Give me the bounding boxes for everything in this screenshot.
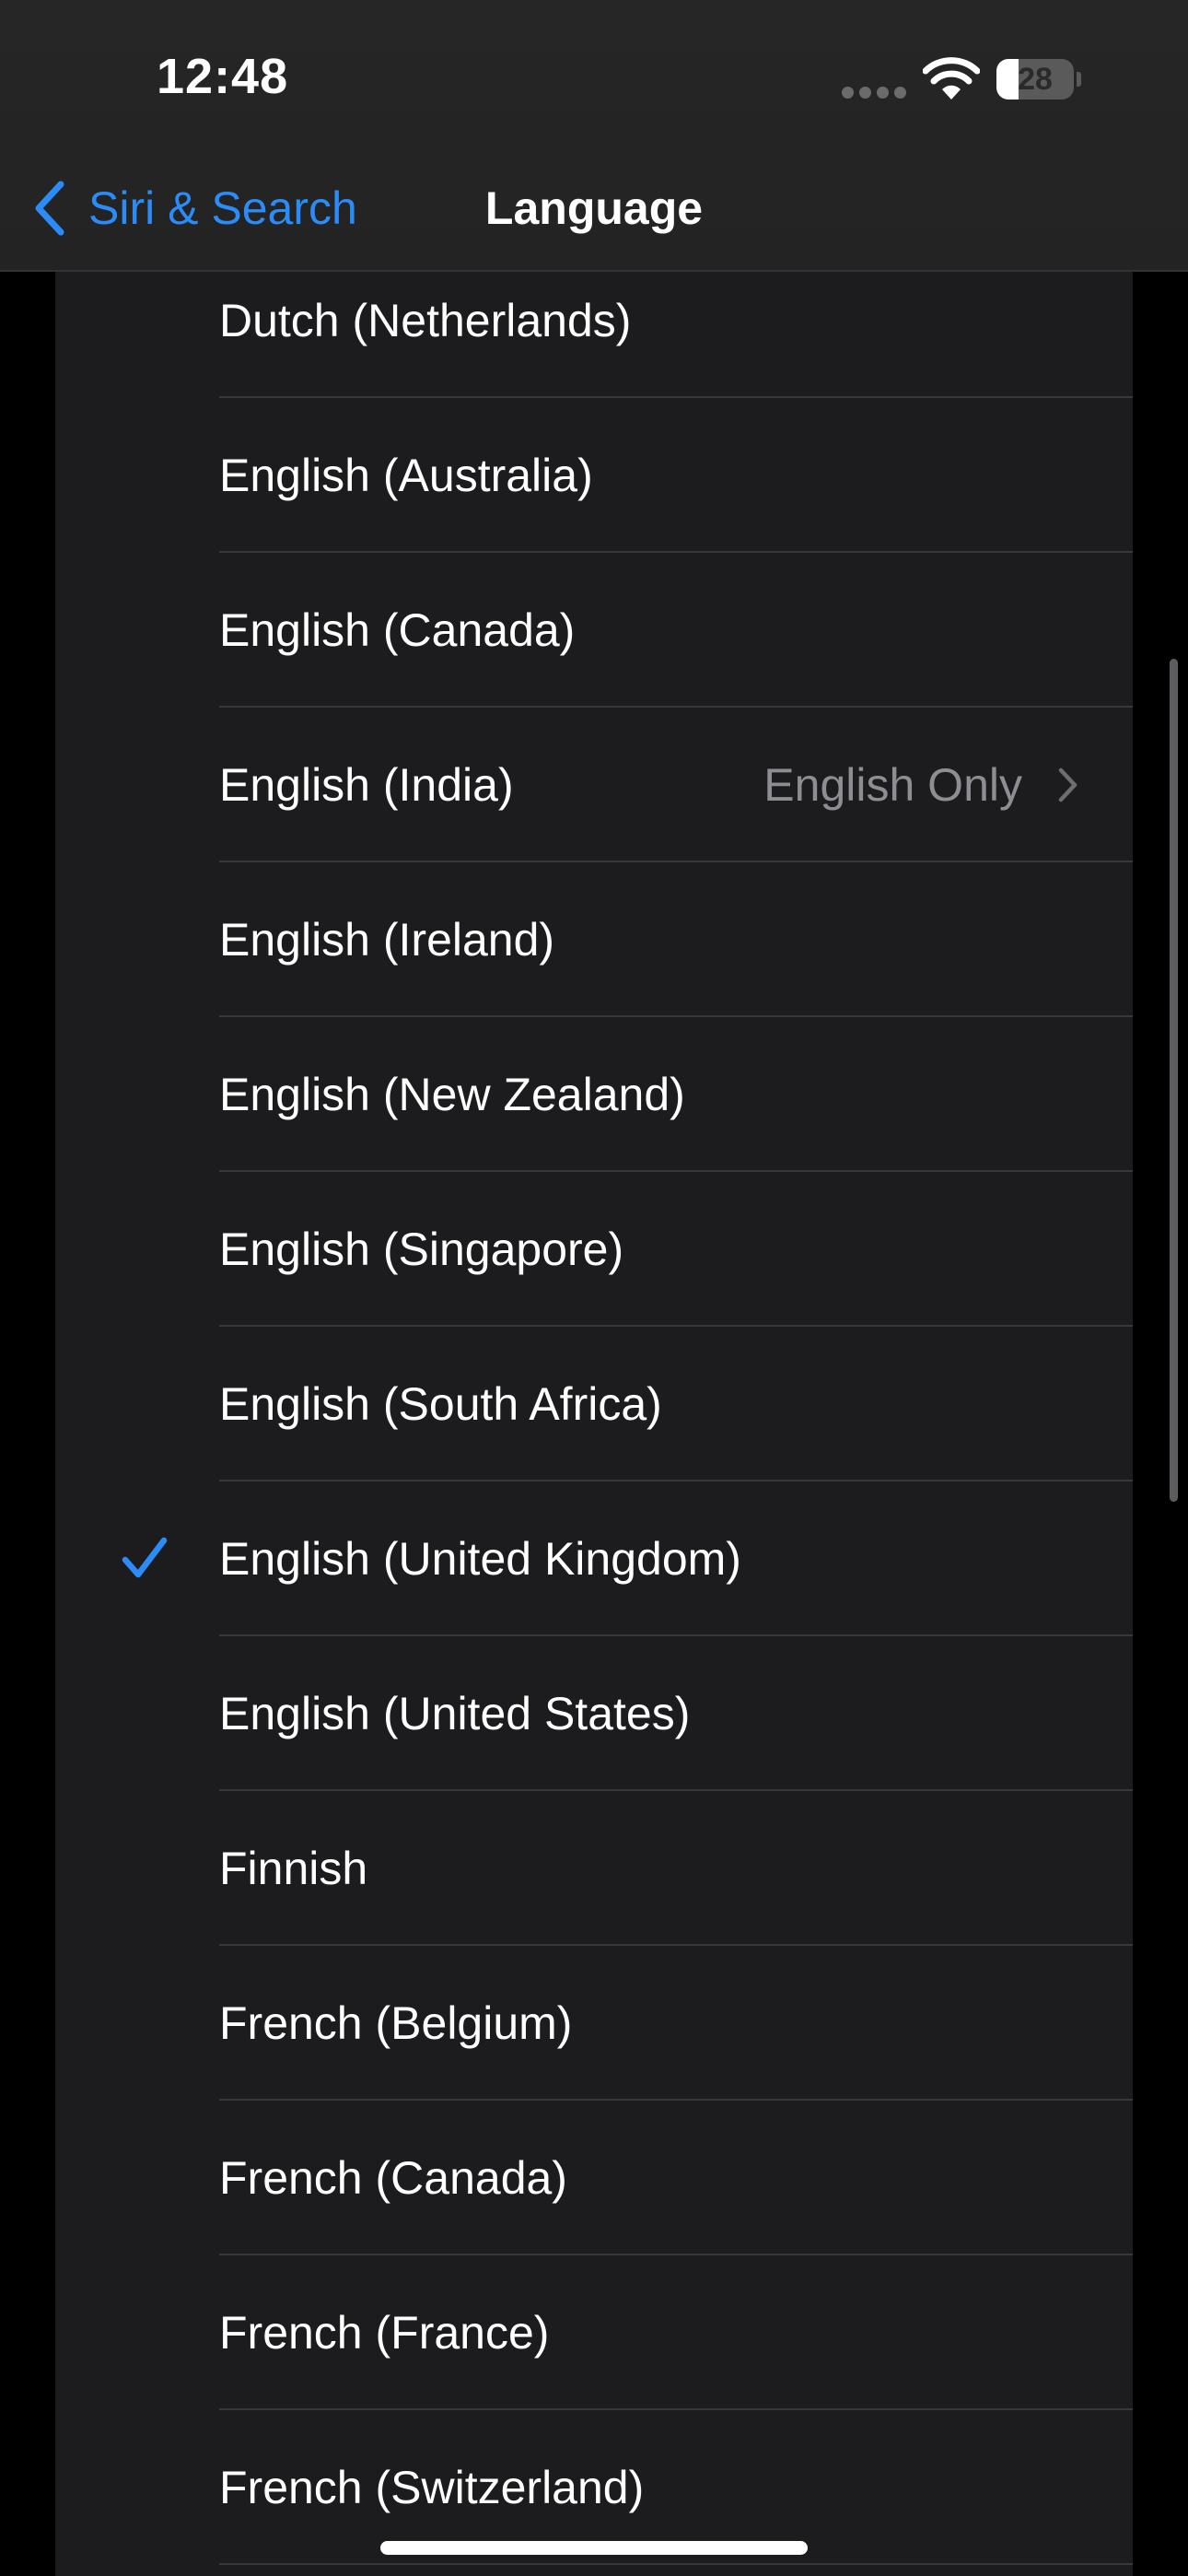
language-row-english-india[interactable]: English (India) English Only — [55, 708, 1133, 862]
language-label: English (Canada) — [219, 604, 576, 656]
language-label: English (South Africa) — [219, 1378, 662, 1430]
language-row-english-canada[interactable]: English (Canada) — [55, 553, 1133, 708]
language-row-english-ireland[interactable]: English (Ireland) — [55, 862, 1133, 1017]
battery-tip — [1077, 72, 1081, 87]
language-label: French (France) — [219, 2307, 550, 2359]
language-detail-value: English Only — [763, 759, 1022, 811]
language-label: English (Ireland) — [219, 914, 555, 966]
language-row-french-belgium[interactable]: French (Belgium) — [55, 1946, 1133, 2101]
language-row-english-new-zealand[interactable]: English (New Zealand) — [55, 1017, 1133, 1172]
battery-icon: 28 — [996, 59, 1081, 100]
chevron-right-icon — [1058, 767, 1077, 802]
language-row-english-united-kingdom[interactable]: English (United Kingdom) — [55, 1481, 1133, 1636]
battery-body: 28 — [996, 59, 1074, 100]
language-label: English (Singapore) — [219, 1224, 624, 1275]
language-row-english-australia[interactable]: English (Australia) — [55, 398, 1133, 553]
checkmark-icon — [122, 1537, 168, 1578]
language-label: English (Australia) — [219, 450, 593, 501]
language-row-english-south-africa[interactable]: English (South Africa) — [55, 1327, 1133, 1481]
signal-dots-icon — [842, 87, 906, 100]
wifi-icon — [923, 57, 980, 100]
language-label: English (United Kingdom) — [219, 1533, 741, 1585]
language-row-english-singapore[interactable]: English (Singapore) — [55, 1172, 1133, 1327]
language-label: French (Canada) — [219, 2152, 567, 2204]
row-separator — [219, 2563, 1133, 2565]
navigation-bar: 12:48 28 Siri & Search Language — [0, 0, 1188, 272]
language-label: English (India) — [219, 759, 514, 811]
scroll-indicator[interactable] — [1170, 659, 1178, 1502]
home-indicator[interactable] — [380, 2541, 808, 2555]
status-time: 12:48 — [157, 49, 289, 104]
language-label: French (Belgium) — [219, 1997, 573, 2049]
language-label: English (United States) — [219, 1688, 691, 1739]
language-row-french-canada[interactable]: French (Canada) — [55, 2101, 1133, 2255]
battery-level: 28 — [1018, 62, 1053, 97]
language-row-french-france[interactable]: French (France) — [55, 2255, 1133, 2410]
language-label: Finnish — [219, 1843, 368, 1894]
language-label: English (New Zealand) — [219, 1069, 685, 1120]
language-row-finnish[interactable]: Finnish — [55, 1791, 1133, 1946]
language-row-english-united-states[interactable]: English (United States) — [55, 1636, 1133, 1791]
page-title: Language — [484, 182, 704, 234]
